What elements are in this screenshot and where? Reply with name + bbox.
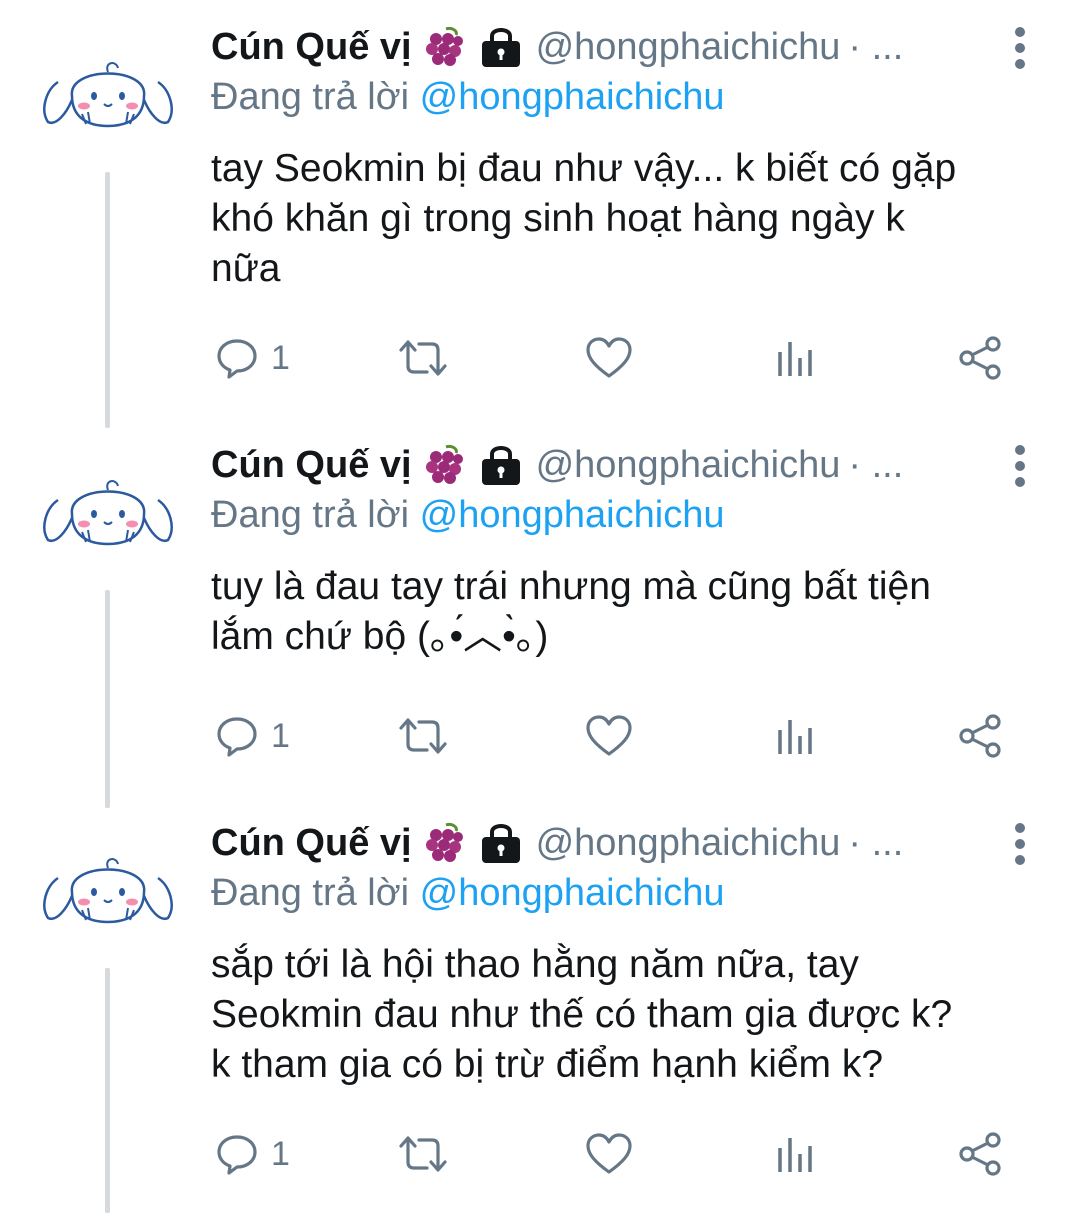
retweet-button[interactable] <box>397 1124 449 1184</box>
analytics-button[interactable] <box>775 1124 815 1184</box>
share-icon <box>959 714 1001 758</box>
tweet-text-line: Seokmin đau như thế có tham gia được k? <box>211 993 953 1036</box>
timestamp-truncated: · ... <box>848 25 904 68</box>
display-name[interactable]: Cún Quế vị <box>211 822 412 865</box>
tweet-text-line: k tham gia có bị trừ điểm hạnh kiểm k? <box>211 1043 884 1086</box>
replying-to-mention[interactable]: @hongphaichichu <box>420 494 725 536</box>
timestamp-truncated: · ... <box>848 821 904 864</box>
replying-to-label: Đang trả lời <box>211 76 410 118</box>
vertical-dots-icon[interactable] <box>1010 822 1030 866</box>
like-button[interactable] <box>585 1124 633 1184</box>
share-button[interactable] <box>957 328 1005 388</box>
action-bar: 1 <box>211 328 1031 388</box>
replying-to: Đang trả lời @hongphaichichu <box>211 872 724 915</box>
replying-to-label: Đang trả lời <box>211 494 410 536</box>
replying-to: Đang trả lời @hongphaichichu <box>211 76 724 119</box>
reply-count: 1 <box>271 716 290 755</box>
avatar[interactable] <box>38 52 178 132</box>
tweet-text-line: tuy là đau tay trái nhưng mà cũng bất ti… <box>211 565 931 608</box>
analytics-icon <box>778 720 812 754</box>
tweet-text-line: khó khăn gì trong sinh hoạt hàng ngày k <box>211 197 905 240</box>
lock-emoji-icon <box>481 446 520 485</box>
grapes-emoji-icon <box>425 27 463 66</box>
retweet-button[interactable] <box>397 328 449 388</box>
reply-count: 1 <box>271 338 290 377</box>
reply-bubble-icon <box>217 1135 257 1175</box>
tweet-text: tuy là đau tay trái nhưng mà cũng bất ti… <box>211 562 1051 662</box>
share-icon <box>959 1132 1001 1176</box>
grapes-emoji-icon <box>425 823 463 862</box>
tweet-text-line: tay Seokmin bị đau như vậy... k biết có … <box>211 147 957 190</box>
user-handle[interactable]: @hongphaichichu <box>536 26 841 69</box>
reply-bubble-icon <box>217 339 257 379</box>
user-handle[interactable]: @hongphaichichu <box>536 444 841 487</box>
share-button[interactable] <box>957 706 1005 766</box>
tweet-text-line: lắm chứ bộ (｡•́︿•̀｡) <box>211 615 549 658</box>
replying-to-label: Đang trả lời <box>211 872 410 914</box>
like-button[interactable] <box>585 328 633 388</box>
thread-line <box>105 590 110 808</box>
thread-line <box>105 172 110 428</box>
heart-icon <box>586 337 632 378</box>
vertical-dots-icon[interactable] <box>1010 26 1030 70</box>
grapes-emoji-icon <box>425 445 463 484</box>
retweet-icon <box>399 718 447 754</box>
reply-button[interactable]: 1 <box>215 1124 290 1184</box>
retweet-icon <box>399 340 447 376</box>
tweet-header: Cún Quế vị @hongphaichichu · ... <box>211 816 1031 870</box>
action-bar: 1 <box>211 706 1031 766</box>
display-name[interactable]: Cún Quế vị <box>211 444 412 487</box>
replying-to: Đang trả lời @hongphaichichu <box>211 494 724 537</box>
tweet-text: tay Seokmin bị đau như vậy... k biết có … <box>211 144 1051 294</box>
avatar[interactable] <box>38 848 178 928</box>
lock-emoji-icon <box>481 824 520 863</box>
thread-line <box>105 968 110 1213</box>
tweet[interactable]: Cún Quế vị @hongphaichichu · ... Đang tr… <box>0 0 1080 430</box>
heart-icon <box>586 1133 632 1174</box>
reply-button[interactable]: 1 <box>215 328 290 388</box>
tweet-header: Cún Quế vị @hongphaichichu · ... <box>211 438 1031 492</box>
retweet-icon <box>399 1136 447 1172</box>
replying-to-mention[interactable]: @hongphaichichu <box>420 76 725 118</box>
like-button[interactable] <box>585 706 633 766</box>
tweet-text: sắp tới là hội thao hằng năm nữa, tay Se… <box>211 940 1051 1090</box>
reply-bubble-icon <box>217 717 257 757</box>
timestamp-truncated: · ... <box>848 443 904 486</box>
lock-emoji-icon <box>481 28 520 67</box>
tweet-text-line: sắp tới là hội thao hằng năm nữa, tay <box>211 943 859 986</box>
tweet[interactable]: Cún Quế vị @hongphaichichu · ... Đang tr… <box>0 796 1080 1213</box>
replying-to-mention[interactable]: @hongphaichichu <box>420 872 725 914</box>
display-name[interactable]: Cún Quế vị <box>211 26 412 69</box>
action-bar: 1 <box>211 1124 1031 1184</box>
analytics-button[interactable] <box>775 328 815 388</box>
analytics-icon <box>778 342 812 376</box>
vertical-dots-icon[interactable] <box>1010 444 1030 488</box>
analytics-icon <box>778 1138 812 1172</box>
reply-count: 1 <box>271 1134 290 1173</box>
user-handle[interactable]: @hongphaichichu <box>536 822 841 865</box>
avatar[interactable] <box>38 470 178 550</box>
tweet[interactable]: Cún Quế vị @hongphaichichu · ... Đang tr… <box>0 418 1080 810</box>
analytics-button[interactable] <box>775 706 815 766</box>
heart-icon <box>586 715 632 756</box>
retweet-button[interactable] <box>397 706 449 766</box>
tweet-text-line: nữa <box>211 247 281 290</box>
tweet-header: Cún Quế vị @hongphaichichu · ... <box>211 20 1031 74</box>
share-icon <box>959 336 1001 380</box>
share-button[interactable] <box>957 1124 1005 1184</box>
reply-button[interactable]: 1 <box>215 706 290 766</box>
